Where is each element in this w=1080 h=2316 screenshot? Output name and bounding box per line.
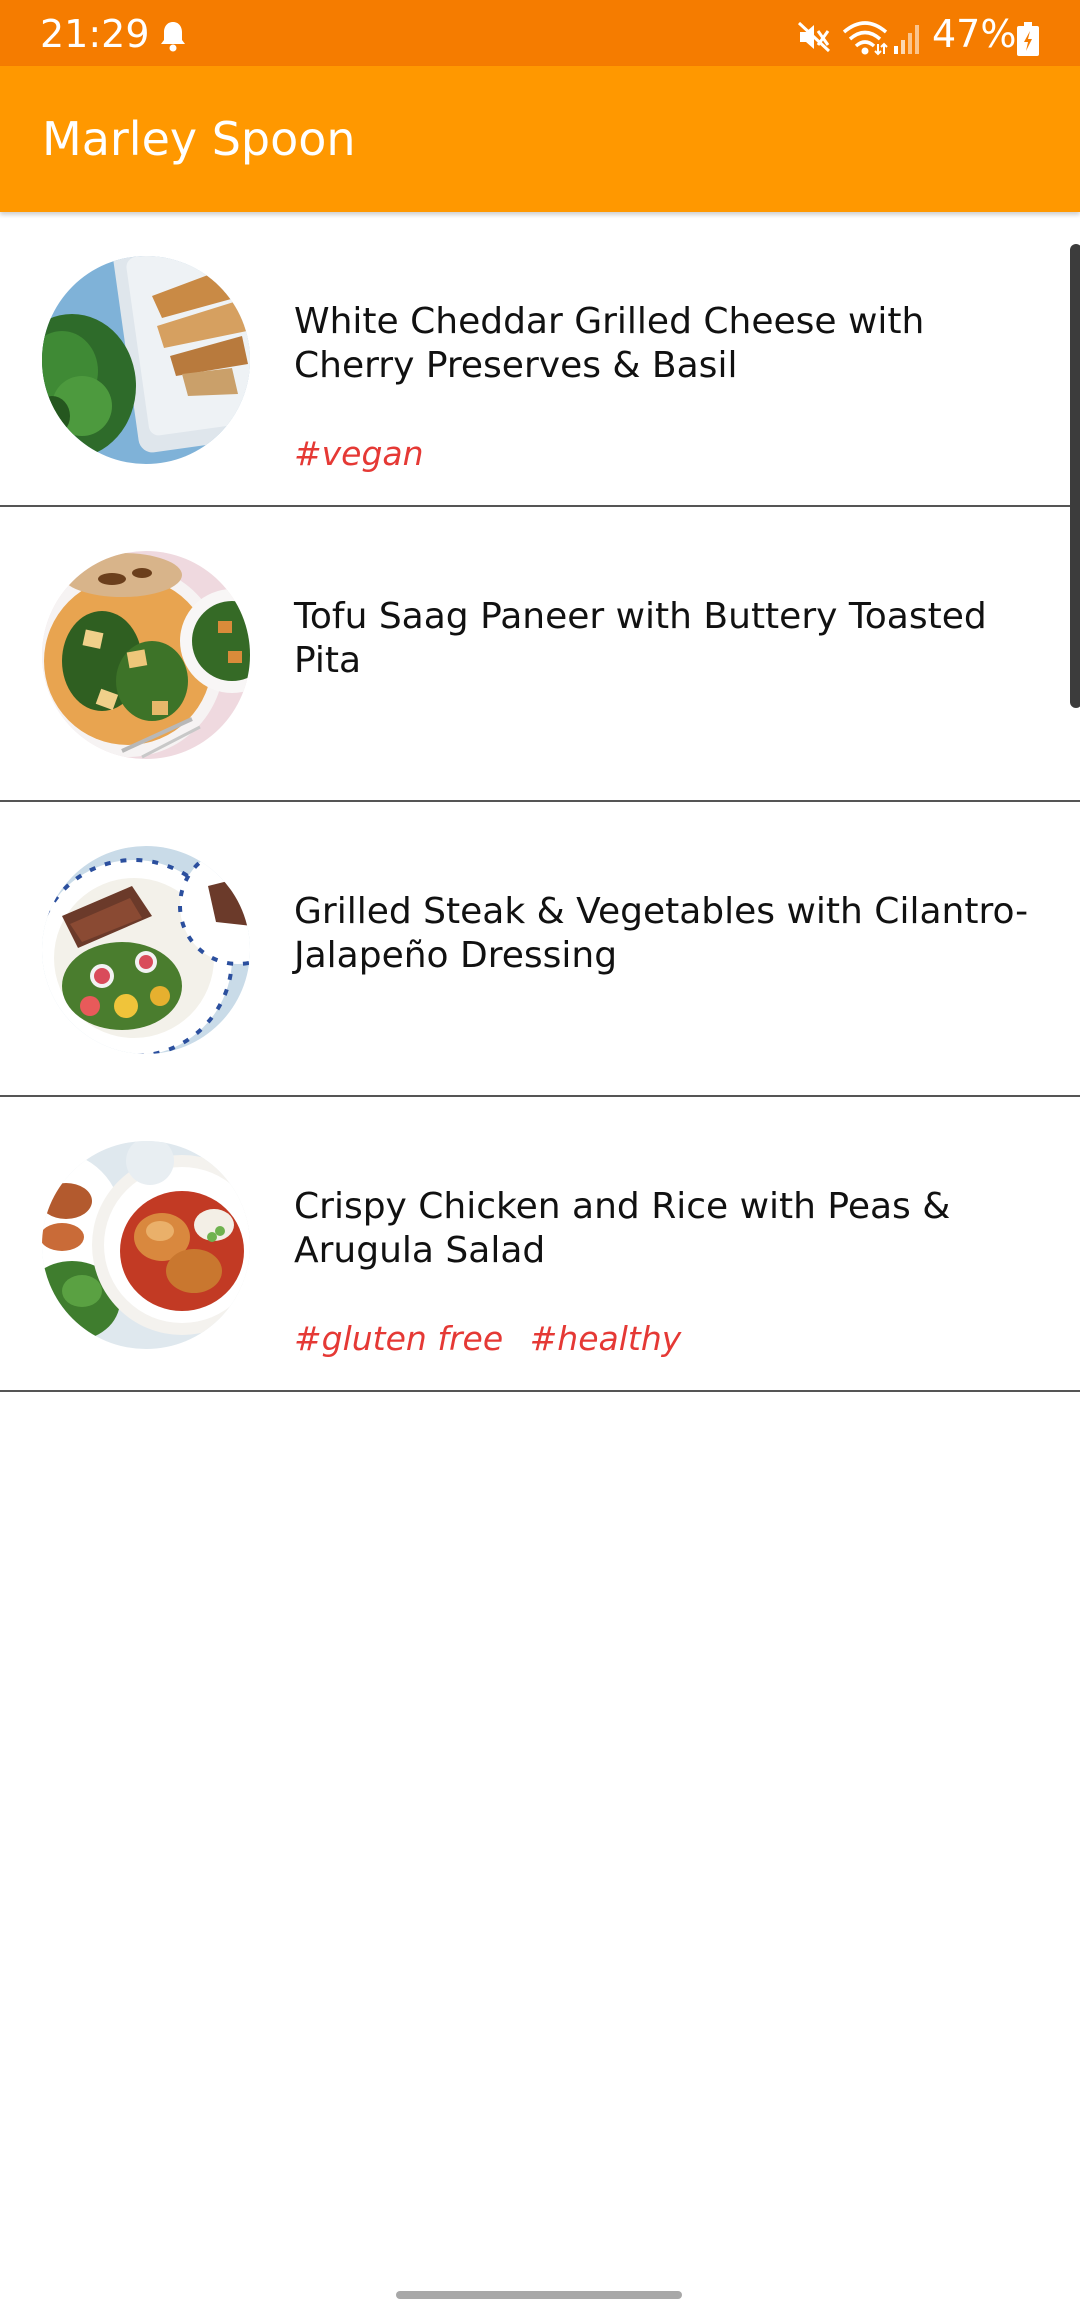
app-title: Marley Spoon (42, 112, 356, 166)
recipe-title: White Cheddar Grilled Cheese with Cherry… (294, 301, 925, 386)
battery-icon (1017, 22, 1039, 56)
recipe-tag: #vegan (294, 434, 424, 473)
recipe-list-item[interactable]: Tofu Saag Paneer with Buttery Toasted Pi… (0, 507, 1080, 802)
status-time: 21:29 (40, 12, 150, 56)
scrollbar[interactable] (1070, 244, 1080, 708)
recipe-title: Crispy Chicken and Rice with Peas & Arug… (294, 1186, 951, 1271)
recipe-tags: #gluten free #healthy (294, 1319, 697, 1359)
recipe-image (42, 1141, 250, 1349)
recipe-tags: #vegan (294, 434, 440, 474)
recipe-title: Grilled Steak & Vegetables with Cilantro… (294, 891, 1029, 976)
navigation-handle[interactable] (396, 2291, 682, 2299)
status-bar: 21:29 47% (0, 0, 1080, 66)
recipe-list-item[interactable]: Grilled Steak & Vegetables with Cilantro… (0, 802, 1080, 1097)
mute-icon (797, 21, 831, 53)
recipe-list-item[interactable]: White Cheddar Grilled Cheese with Cherry… (0, 212, 1080, 507)
bell-icon (161, 22, 185, 52)
recipe-image (42, 256, 250, 464)
recipe-tag: #gluten free (294, 1319, 504, 1358)
battery-percentage: 47% (932, 12, 1017, 56)
recipe-title: Tofu Saag Paneer with Buttery Toasted Pi… (294, 596, 987, 681)
recipe-tag: #healthy (529, 1319, 682, 1358)
recipe-image (42, 551, 250, 759)
recipe-list-item[interactable]: Crispy Chicken and Rice with Peas & Arug… (0, 1097, 1080, 1392)
signal-icon (894, 25, 919, 54)
recipe-image (42, 846, 250, 1054)
recipe-list: White Cheddar Grilled Cheese with Cherry… (0, 212, 1080, 1392)
app-bar: Marley Spoon (0, 66, 1080, 212)
wifi-icon (842, 21, 888, 56)
